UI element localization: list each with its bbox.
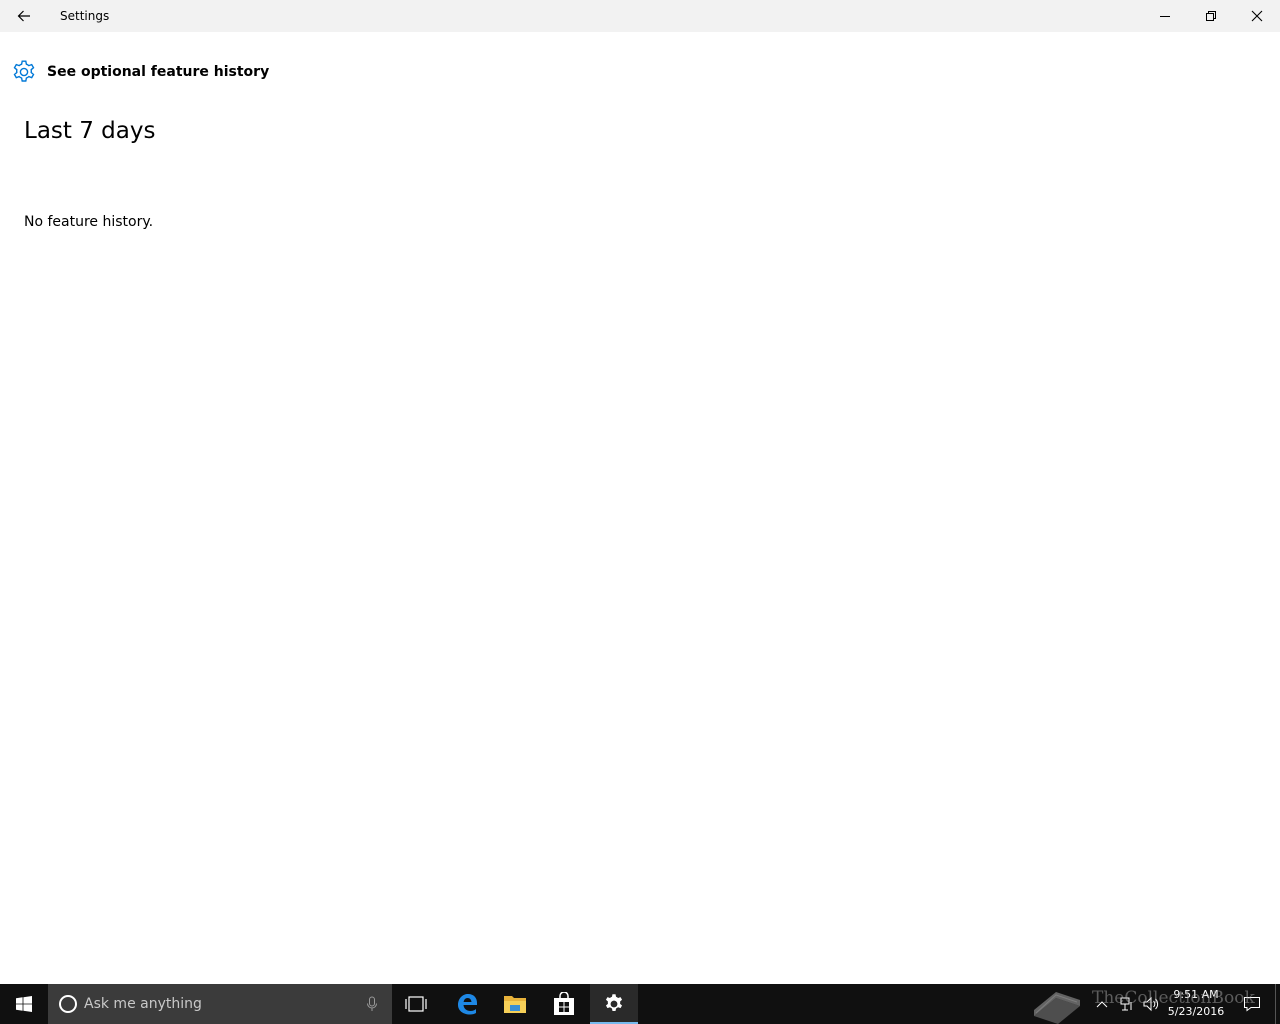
watermark-text: TheCollectionBook	[1092, 988, 1255, 1008]
back-button[interactable]	[0, 0, 48, 32]
empty-state-message: No feature history.	[24, 214, 154, 230]
title-bar: Settings	[0, 0, 1280, 32]
restore-button[interactable]	[1188, 0, 1234, 32]
store-icon	[554, 992, 574, 1015]
edge-icon	[458, 994, 477, 1015]
page-title: See optional feature history	[47, 64, 270, 80]
window-title: Settings	[60, 9, 110, 23]
task-view-button[interactable]	[392, 984, 440, 1024]
cortana-icon	[59, 995, 77, 1013]
back-arrow-icon	[17, 10, 30, 22]
minimize-button[interactable]	[1142, 0, 1188, 32]
search-placeholder: Ask me anything	[84, 996, 202, 1012]
settings-icon	[605, 994, 623, 1012]
start-button[interactable]	[0, 984, 48, 1024]
close-icon	[1251, 10, 1263, 22]
restore-icon	[1206, 11, 1216, 21]
section-heading: Last 7 days	[24, 118, 156, 144]
window-controls	[1142, 0, 1280, 32]
settings-window: Settings See optional feature history La…	[0, 0, 1280, 984]
settings-taskbar-button[interactable]	[590, 984, 638, 1024]
microphone-icon[interactable]	[362, 994, 382, 1014]
search-box[interactable]: Ask me anything	[48, 984, 392, 1024]
minimize-icon	[1160, 16, 1170, 17]
watermark: TheCollectionBook	[1028, 980, 1278, 1024]
page-header: See optional feature history	[11, 58, 269, 86]
gear-icon	[11, 59, 37, 85]
windows-logo-icon	[16, 996, 32, 1012]
file-explorer-icon	[504, 996, 526, 1013]
store-button[interactable]	[540, 984, 588, 1024]
task-view-icon	[405, 996, 427, 1012]
file-explorer-button[interactable]	[491, 984, 539, 1024]
book-icon	[1034, 992, 1080, 1024]
edge-button[interactable]	[443, 984, 491, 1024]
close-button[interactable]	[1234, 0, 1280, 32]
